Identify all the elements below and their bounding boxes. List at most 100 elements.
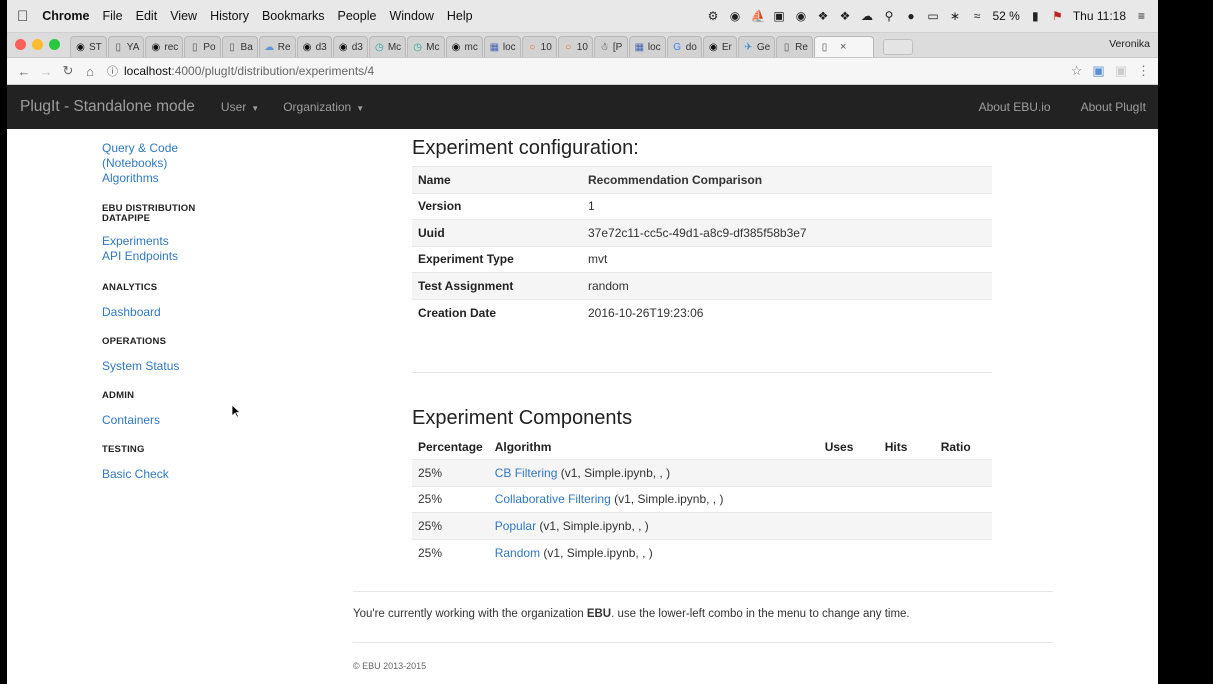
browser-tab[interactable]: ▦ loc [628, 36, 666, 57]
dropbox2-status-icon[interactable]: ❖ [838, 9, 851, 23]
cloud-status-icon[interactable]: ☁ [860, 9, 873, 23]
browser-tab[interactable]: Gdo [666, 36, 702, 57]
algorithm-link[interactable]: CB Filtering [495, 466, 558, 480]
app-menu[interactable]: Chrome [42, 9, 89, 23]
tab-label: loc [502, 41, 516, 53]
browser-tab[interactable]: ◉ d3 [296, 36, 332, 57]
airplay-status-icon[interactable]: ▭ [926, 9, 939, 23]
browser-tab[interactable]: ▦ loc [483, 36, 521, 57]
sidebar-item-dashboard[interactable]: Dashboard [102, 305, 302, 320]
menu-history[interactable]: History [210, 9, 249, 23]
browser-tab[interactable]: ▯ Po [184, 36, 221, 57]
forward-icon[interactable]: → [37, 64, 55, 79]
browser-tab[interactable]: ◉ rec [145, 36, 184, 57]
close-tab-icon[interactable]: × [840, 41, 846, 53]
reload-icon[interactable]: ↻ [59, 63, 77, 79]
bluetooth-icon[interactable]: ∗ [948, 9, 961, 23]
tab-label: 10 [540, 41, 552, 53]
bookmark-star-icon[interactable]: ☆ [1071, 63, 1083, 79]
menu-edit[interactable]: Edit [136, 9, 158, 23]
battery-percent[interactable]: 52 % [992, 9, 1019, 23]
browser-tab[interactable]: ○ 10 [521, 36, 557, 57]
table-row: 25% Random (v1, Simple.ipynb, , ) [412, 538, 992, 566]
info-icon[interactable]: ⓘ [107, 63, 118, 79]
sidebar-heading-operations: OPERATIONS [102, 336, 167, 347]
extension-icon[interactable]: ▣ [1092, 63, 1104, 79]
record-status-icon[interactable]: ◉ [728, 9, 741, 23]
screen:  Chrome File Edit View History Bookmark… [7, 0, 1158, 684]
cloud-icon: ☁ [264, 41, 275, 53]
sidebar-item-algorithms[interactable]: Algorithms [102, 171, 302, 186]
profile-button[interactable]: Veronika [1109, 38, 1150, 50]
browser-tab[interactable]: ▯ YA [107, 36, 145, 57]
about-plugit-link[interactable]: About PlugIt [1081, 100, 1146, 114]
gear-status-icon[interactable]: ⚙ [706, 9, 719, 23]
wifi-icon[interactable]: ≈ [970, 9, 983, 23]
menu-window[interactable]: Window [389, 9, 433, 23]
user-dropdown[interactable]: User ▼ [221, 100, 259, 114]
github-status-icon[interactable]: ◉ [794, 9, 807, 23]
new-tab-button[interactable] [882, 39, 913, 55]
docker-status-icon[interactable]: ⛵ [750, 9, 765, 23]
chrome-menu-icon[interactable]: ⋮ [1137, 63, 1150, 79]
browser-tab[interactable]: ◷ Mc [407, 36, 445, 57]
percentage-cell: 25% [412, 459, 489, 486]
sidebar-item-query-code[interactable]: Query & Code (Notebooks) [102, 141, 202, 171]
home-icon[interactable]: ⌂ [81, 64, 99, 79]
menu-people[interactable]: People [338, 9, 377, 23]
algorithm-link[interactable]: Popular [495, 519, 536, 533]
algorithm-link[interactable]: Random [495, 546, 540, 560]
sidebar-item-system-status[interactable]: System Status [102, 359, 302, 374]
browser-tab[interactable]: ◉ mc [445, 36, 483, 57]
address-actions: ☆ ▣ ▣ ⋮ [1071, 63, 1150, 79]
address-bar[interactable]: ⓘ localhost:4000/plugIt/distribution/exp… [103, 61, 1071, 81]
config-title: Experiment configuration: [412, 137, 639, 159]
globe-status-icon[interactable]: ● [904, 9, 917, 23]
uses-cell [818, 512, 879, 539]
dropbox-status-icon[interactable]: ❖ [816, 9, 829, 23]
battery-icon[interactable]: ▮ [1029, 9, 1042, 23]
minimize-window-button[interactable] [32, 39, 43, 50]
app-navbar: PlugIt - Standalone mode User ▼ Organizat… [7, 85, 1158, 129]
notification-list-icon[interactable]: ≡ [1135, 9, 1148, 23]
organization-dropdown[interactable]: Organization ▼ [283, 100, 364, 114]
browser-tab[interactable]: ◉ Er [702, 36, 737, 57]
menu-file[interactable]: File [102, 9, 122, 23]
sidebar-item-basic-check[interactable]: Basic Check [102, 467, 302, 482]
browser-tab[interactable]: ▯ × [813, 36, 874, 57]
extension2-icon[interactable]: ▣ [1115, 63, 1127, 79]
apple-icon[interactable]:  [17, 8, 28, 25]
clock[interactable]: Thu 11:18 [1073, 9, 1126, 23]
zoom-window-button[interactable] [49, 39, 60, 50]
browser-tab[interactable]: ◷ Mc [368, 36, 407, 57]
browser-tab[interactable]: ☁ Re [258, 36, 296, 57]
github-icon: ◉ [708, 41, 718, 53]
shield-status-icon[interactable]: ▣ [772, 9, 785, 23]
caret-down-icon: ▼ [251, 104, 260, 113]
algorithm-link[interactable]: Collaborative Filtering [495, 492, 611, 506]
tabs-container: ◉ ST ▯ YA ◉ rec ▯ Po ▯ Ba ☁ Re ◉ d3 ◉ d3 ◷ Mc ◷ Mc ◉ mc ▦ loc ○ 1… [70, 36, 875, 57]
browser-tab[interactable]: ☃ [P [593, 36, 628, 57]
sidebar-item-containers[interactable]: Containers [102, 413, 302, 428]
menu-bookmarks[interactable]: Bookmarks [262, 9, 325, 23]
browser-tab[interactable]: ▯ Ba [221, 36, 258, 57]
browser-tab[interactable]: ▯ Re [776, 36, 813, 57]
menu-help[interactable]: Help [447, 9, 473, 23]
sidebar-heading-distribution: EBU DISTRIBUTION DATAPIPE [102, 203, 196, 224]
browser-tab[interactable]: ◉ ST [70, 36, 107, 57]
sidebar-item-api-endpoints[interactable]: API Endpoints [102, 249, 302, 264]
sidebar-item-experiments[interactable]: Experiments [102, 234, 302, 249]
browser-tab[interactable]: ○ 10 [557, 36, 593, 57]
browser-tab[interactable]: ◉ d3 [332, 36, 368, 57]
flag-icon[interactable]: ⚑ [1051, 9, 1064, 23]
menu-view[interactable]: View [170, 9, 197, 23]
close-window-button[interactable] [15, 39, 26, 50]
tab-label: YA [126, 41, 140, 53]
search-status-icon[interactable]: ⚲ [882, 9, 895, 23]
brand[interactable]: PlugIt - Standalone mode [20, 98, 195, 116]
about-ebu-link[interactable]: About EBU.io [979, 100, 1051, 114]
browser-tab[interactable]: ✈ Ge [737, 36, 776, 57]
back-icon[interactable]: ← [15, 64, 33, 79]
github-icon: ◉ [338, 41, 348, 53]
percentage-cell: 25% [412, 512, 489, 539]
